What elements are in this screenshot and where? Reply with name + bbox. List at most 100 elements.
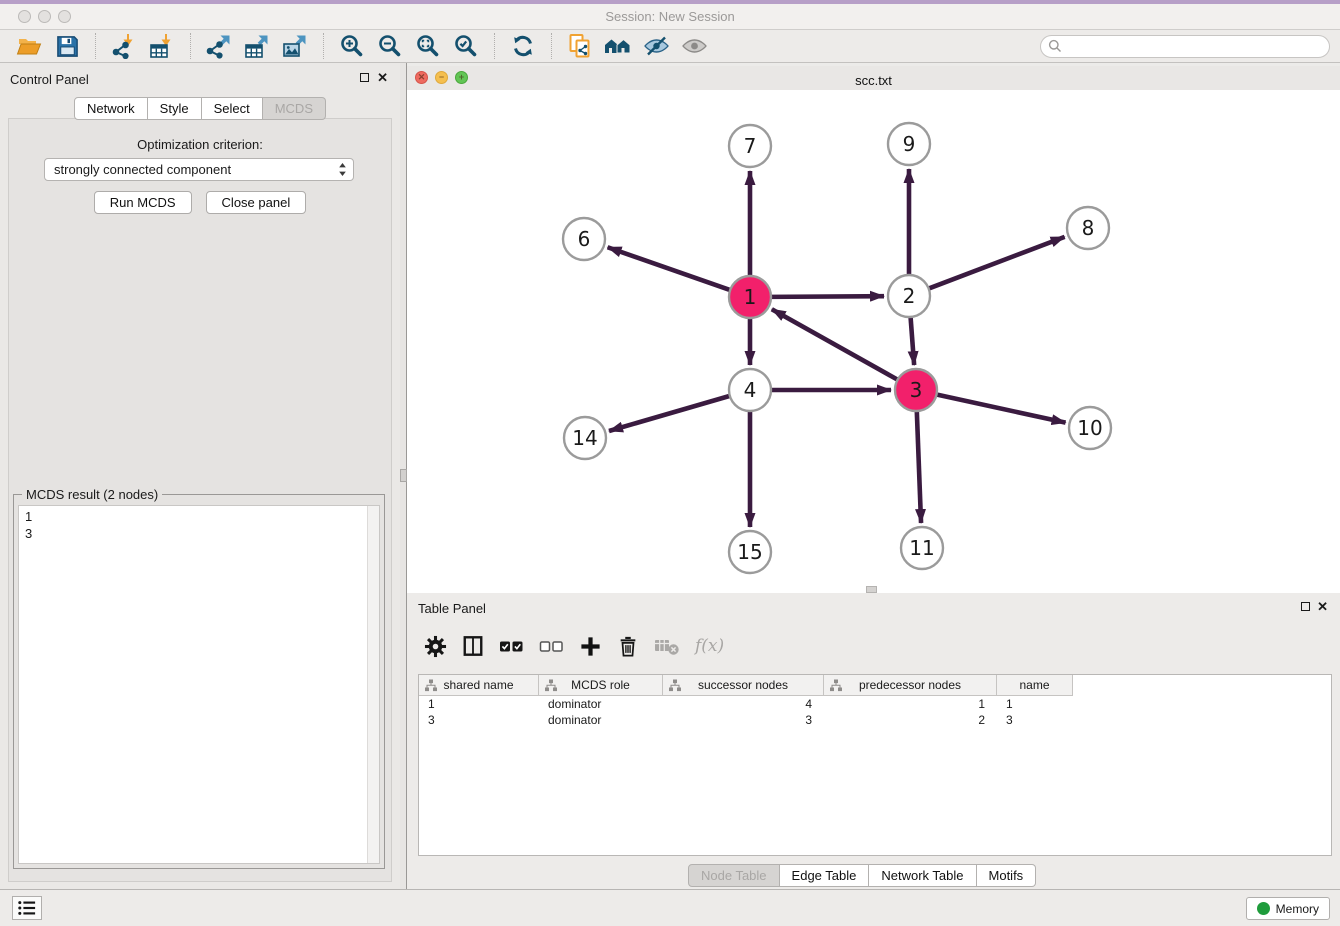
export-image-icon[interactable] [280, 31, 310, 61]
table-cell[interactable]: 1 [824, 697, 997, 711]
table-row[interactable]: 1dominator411 [419, 696, 1331, 712]
optimization-criterion-label: Optimization criterion: [9, 137, 391, 152]
control-panel-title: Control Panel [10, 72, 89, 87]
table-row[interactable]: 3dominator323 [419, 712, 1331, 728]
search-icon [1048, 39, 1062, 53]
status-bar: Memory [0, 889, 1340, 926]
column-header-successor-nodes[interactable]: successor nodes [663, 675, 824, 695]
zoom-in-icon[interactable] [337, 31, 367, 61]
main-toolbar [0, 30, 1340, 63]
export-table-icon[interactable] [242, 31, 272, 61]
tab-edge-table[interactable]: Edge Table [780, 864, 870, 887]
result-scrollbar[interactable] [367, 506, 379, 863]
close-panel-icon[interactable]: ✕ [377, 72, 388, 83]
graph-node-label: 11 [909, 536, 934, 560]
table-body: 1dominator4113dominator323 [419, 696, 1331, 728]
list-icon [17, 899, 37, 917]
mcds-result-box[interactable]: 1 3 [18, 505, 380, 864]
tab-select[interactable]: Select [202, 97, 263, 120]
memory-button[interactable]: Memory [1246, 897, 1330, 920]
close-table-panel-icon[interactable]: ✕ [1317, 601, 1328, 612]
table-cell[interactable]: dominator [539, 697, 663, 711]
import-table-icon[interactable] [147, 31, 177, 61]
graph-edge[interactable] [771, 296, 884, 297]
select-all-icon[interactable] [499, 637, 524, 655]
delete-row-icon[interactable] [617, 635, 639, 658]
memory-status-dot [1257, 902, 1270, 915]
graph-edge[interactable] [937, 394, 1066, 422]
graph-node-label: 14 [572, 426, 597, 450]
column-header-predecessor-nodes[interactable]: predecessor nodes [824, 675, 997, 695]
table-cell[interactable]: 1 [997, 697, 1073, 711]
node-table[interactable]: shared name MCDS role successor nodes prede… [418, 674, 1332, 856]
zoom-fit-icon[interactable] [413, 31, 443, 61]
graph-edge[interactable] [608, 247, 731, 290]
tab-network-table[interactable]: Network Table [869, 864, 976, 887]
table-toolbar: f(x) [424, 626, 724, 666]
hide-selected-icon[interactable] [641, 31, 671, 61]
run-mcds-button[interactable]: Run MCDS [94, 191, 192, 214]
open-session-icon[interactable] [14, 31, 44, 61]
divider-handle[interactable] [400, 469, 407, 482]
column-header-MCDS-role[interactable]: MCDS role [539, 675, 663, 695]
zoom-out-icon[interactable] [375, 31, 405, 61]
deselect-all-icon[interactable] [539, 637, 564, 655]
float-panel-icon[interactable] [360, 73, 369, 82]
table-cell[interactable]: 1 [419, 697, 539, 711]
column-layout-icon[interactable] [462, 635, 484, 657]
search-box[interactable] [1040, 35, 1330, 58]
table-cell[interactable]: 3 [997, 713, 1073, 727]
graph-edge[interactable] [609, 396, 730, 431]
mcds-result-legend: MCDS result (2 nodes) [22, 487, 162, 502]
control-panel: Control Panel ✕ Network Style Select MCD… [0, 63, 400, 890]
graph-node-label: 10 [1077, 416, 1102, 440]
column-header-label: predecessor nodes [859, 678, 961, 692]
import-network-icon[interactable] [109, 31, 139, 61]
memory-label: Memory [1276, 902, 1319, 916]
column-header-shared-name[interactable]: shared name [419, 675, 539, 695]
table-cell[interactable]: 2 [824, 713, 997, 727]
save-session-icon[interactable] [52, 31, 82, 61]
tab-motifs[interactable]: Motifs [977, 864, 1037, 887]
tab-network[interactable]: Network [74, 97, 148, 120]
export-network-icon[interactable] [204, 31, 234, 61]
search-input[interactable] [1067, 38, 1322, 54]
graph-edge[interactable] [911, 317, 915, 365]
graph-node-label: 3 [910, 378, 923, 402]
delete-table-icon [654, 636, 680, 656]
tab-style[interactable]: Style [148, 97, 202, 120]
graph-edge[interactable] [772, 309, 898, 380]
first-neighbors-icon[interactable] [603, 31, 633, 61]
toolbar-separator [95, 33, 96, 59]
graph-edge[interactable] [917, 411, 921, 523]
table-cell[interactable]: dominator [539, 713, 663, 727]
network-canvas[interactable]: 1234678910111415 [407, 90, 1340, 593]
tab-node-table[interactable]: Node Table [688, 864, 780, 887]
table-cell[interactable]: 4 [663, 697, 824, 711]
apply-layout-icon[interactable] [508, 31, 538, 61]
network-graph[interactable]: 1234678910111415 [407, 90, 1340, 593]
column-header-label: successor nodes [698, 678, 788, 692]
table-cell[interactable]: 3 [663, 713, 824, 727]
tab-mcds[interactable]: MCDS [263, 97, 326, 120]
graph-node-label: 7 [744, 134, 757, 158]
canvas-resize-handle[interactable] [866, 586, 877, 593]
float-table-panel-icon[interactable] [1301, 602, 1310, 611]
graph-edge[interactable] [929, 237, 1065, 289]
task-history-button[interactable] [12, 896, 42, 920]
duplicate-network-icon[interactable] [565, 31, 595, 61]
criterion-select[interactable]: strongly connected component [44, 158, 354, 181]
table-cell[interactable]: 3 [419, 713, 539, 727]
gear-icon[interactable] [424, 635, 447, 658]
zoom-selected-icon[interactable] [451, 31, 481, 61]
graph-node-label: 2 [903, 284, 916, 308]
column-header-name[interactable]: name [997, 675, 1073, 695]
add-row-icon[interactable] [579, 635, 602, 658]
show-all-icon[interactable] [679, 31, 709, 61]
toolbar-separator [323, 33, 324, 59]
close-panel-button[interactable]: Close panel [206, 191, 307, 214]
column-header-label: shared name [443, 678, 513, 692]
panel-divider[interactable] [400, 63, 407, 890]
table-panel: Table Panel ✕ f(x) shared nameMCDS roles… [407, 593, 1340, 890]
graph-node-label: 8 [1082, 216, 1095, 240]
